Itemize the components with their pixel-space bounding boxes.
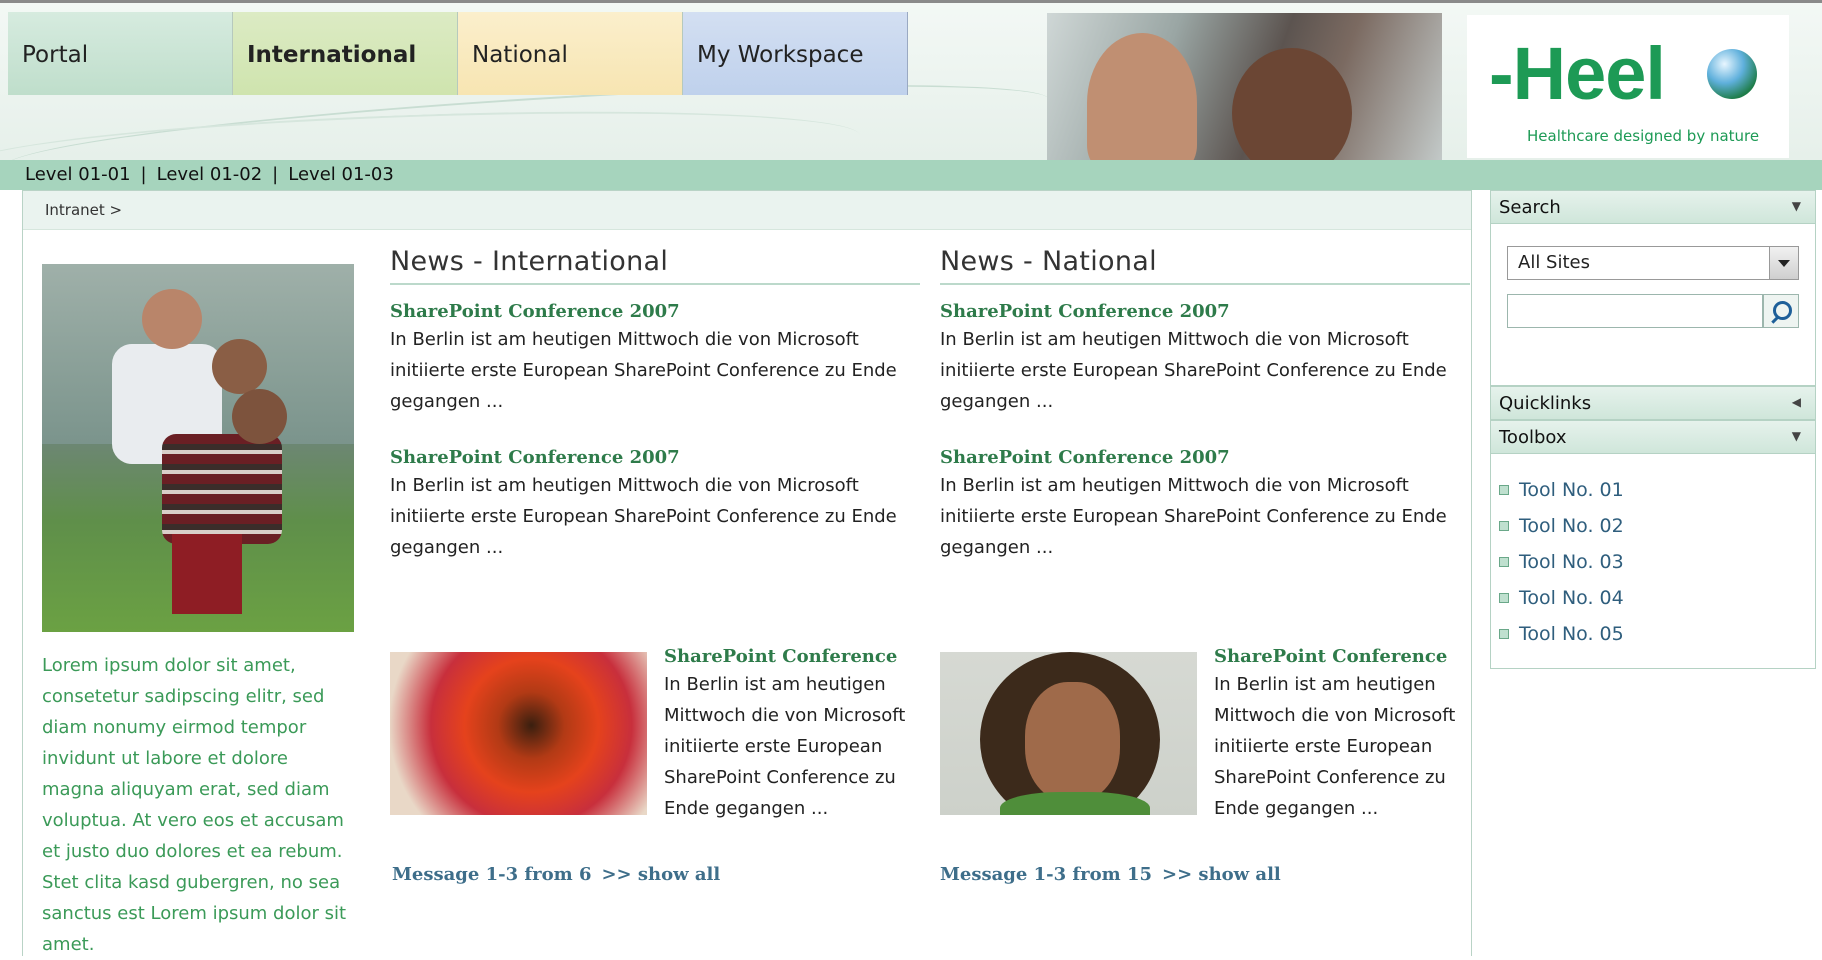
header-photo-person bbox=[1232, 48, 1352, 160]
search-input[interactable] bbox=[1507, 294, 1763, 328]
search-button[interactable] bbox=[1763, 294, 1799, 328]
bullet-icon bbox=[1499, 629, 1509, 639]
feature-text: SharePoint Conference In Berlin ist am h… bbox=[664, 646, 909, 824]
logo-text: -Heel bbox=[1489, 32, 1666, 115]
main-content: Intranet > Lorem ipsum dolor sit amet, c… bbox=[22, 190, 1472, 956]
news-item: SharePoint Conference 2007 In Berlin ist… bbox=[390, 301, 920, 417]
chevron-down-icon: ▼ bbox=[1791, 429, 1801, 443]
level-separator: | bbox=[272, 164, 279, 185]
search-scope-select[interactable]: All Sites bbox=[1507, 246, 1799, 280]
show-all-link[interactable]: >> show all bbox=[601, 864, 720, 885]
toolbox-header-label: Toolbox bbox=[1499, 427, 1567, 448]
feature-body: In Berlin ist am heutigen Mittwoch die v… bbox=[664, 674, 906, 819]
tool-link-label: Tool No. 05 bbox=[1519, 623, 1624, 645]
teaser-text: Lorem ipsum dolor sit amet, consetetur s… bbox=[42, 655, 347, 955]
bullet-icon bbox=[1499, 521, 1509, 531]
news-item: SharePoint Conference 2007 In Berlin ist… bbox=[390, 447, 920, 563]
news-national: News - National SharePoint Conference 20… bbox=[940, 246, 1470, 563]
news-international: News - International SharePoint Conferen… bbox=[390, 246, 920, 563]
news-item: SharePoint Conference 2007 In Berlin ist… bbox=[940, 301, 1470, 417]
news-item: SharePoint Conference 2007 In Berlin ist… bbox=[940, 447, 1470, 563]
news-item-title[interactable]: SharePoint Conference 2007 bbox=[390, 301, 920, 322]
photo-face bbox=[212, 339, 267, 394]
tab-my-workspace[interactable]: My Workspace bbox=[683, 12, 908, 95]
level-separator: | bbox=[140, 164, 147, 185]
tool-link-label: Tool No. 02 bbox=[1519, 515, 1624, 537]
news-item-body: In Berlin ist am heutigen Mittwoch die v… bbox=[390, 329, 897, 412]
tool-link[interactable]: Tool No. 04 bbox=[1499, 580, 1815, 616]
news-international-title: News - International bbox=[390, 246, 920, 285]
toolbox-header[interactable]: Toolbox ▼ bbox=[1490, 420, 1816, 454]
chevron-down-icon[interactable] bbox=[1769, 247, 1798, 279]
bullet-icon bbox=[1499, 593, 1509, 603]
news-national-title: News - National bbox=[940, 246, 1470, 285]
show-all-link[interactable]: >> show all bbox=[1162, 864, 1281, 885]
feature-news-national: SharePoint Conference In Berlin ist am h… bbox=[940, 646, 1455, 832]
header-photo-person bbox=[1087, 33, 1197, 160]
news-item-title[interactable]: SharePoint Conference 2007 bbox=[940, 301, 1470, 322]
message-count-international: Message 1-3 from 6 >> show all bbox=[392, 864, 720, 885]
tab-national[interactable]: National bbox=[458, 12, 683, 95]
feature-title[interactable]: SharePoint Conference bbox=[664, 646, 909, 667]
feature-thumbnail[interactable] bbox=[390, 652, 647, 815]
chevron-left-icon: ◀ bbox=[1791, 395, 1801, 409]
quicklinks-header-label: Quicklinks bbox=[1499, 393, 1592, 414]
photo-figure bbox=[162, 434, 282, 544]
feature-thumbnail[interactable] bbox=[940, 652, 1197, 815]
message-count-national: Message 1-3 from 15 >> show all bbox=[940, 864, 1281, 885]
logo-tagline: Healthcare designed by nature bbox=[1527, 127, 1760, 145]
photo-face bbox=[142, 289, 202, 349]
logo[interactable]: -Heel Healthcare designed by nature bbox=[1467, 15, 1789, 158]
tool-link[interactable]: Tool No. 02 bbox=[1499, 508, 1815, 544]
tool-link[interactable]: Tool No. 05 bbox=[1499, 616, 1815, 652]
level-link-01-03[interactable]: Level 01-03 bbox=[288, 164, 394, 185]
photo-face bbox=[1025, 682, 1120, 802]
feature-news-international: SharePoint Conference In Berlin ist am h… bbox=[390, 646, 905, 832]
breadcrumb-bar: Intranet > bbox=[23, 190, 1471, 230]
tab-international[interactable]: International bbox=[233, 12, 458, 95]
message-count: Message 1-3 from 6 bbox=[392, 864, 592, 885]
teaser-photo bbox=[42, 264, 354, 632]
photo-face bbox=[232, 389, 287, 444]
tool-link-label: Tool No. 04 bbox=[1519, 587, 1624, 609]
bullet-icon bbox=[1499, 557, 1509, 567]
header-photo bbox=[1047, 13, 1442, 160]
right-sidebar: Search ▼ All Sites Quicklinks ◀ Toolbox … bbox=[1490, 190, 1816, 669]
toolbox-panel: Tool No. 01 Tool No. 02 Tool No. 03 Tool… bbox=[1490, 454, 1816, 669]
news-item-body: In Berlin ist am heutigen Mittwoch die v… bbox=[390, 475, 897, 558]
feature-body: In Berlin ist am heutigen Mittwoch die v… bbox=[1214, 674, 1456, 819]
news-item-body: In Berlin ist am heutigen Mittwoch die v… bbox=[940, 329, 1447, 412]
level-bar: Level 01-01 | Level 01-02 | Level 01-03 bbox=[0, 160, 1822, 190]
tool-link[interactable]: Tool No. 01 bbox=[1499, 472, 1815, 508]
search-header-label: Search bbox=[1499, 197, 1561, 218]
news-item-body: In Berlin ist am heutigen Mittwoch die v… bbox=[940, 475, 1447, 558]
chevron-down-icon: ▼ bbox=[1791, 199, 1801, 213]
news-item-title[interactable]: SharePoint Conference 2007 bbox=[940, 447, 1470, 468]
photo-figure bbox=[172, 534, 242, 614]
tab-portal[interactable]: Portal bbox=[8, 12, 233, 95]
quicklinks-header[interactable]: Quicklinks ◀ bbox=[1490, 386, 1816, 420]
level-link-01-01[interactable]: Level 01-01 bbox=[25, 164, 131, 185]
level-link-01-02[interactable]: Level 01-02 bbox=[157, 164, 263, 185]
photo-shirt bbox=[1000, 792, 1150, 815]
search-header[interactable]: Search ▼ bbox=[1490, 190, 1816, 224]
search-scope-value: All Sites bbox=[1518, 252, 1590, 273]
header: Portal International National My Workspa… bbox=[0, 0, 1822, 160]
bullet-icon bbox=[1499, 485, 1509, 495]
feature-text: SharePoint Conference In Berlin ist am h… bbox=[1214, 646, 1459, 824]
news-item-title[interactable]: SharePoint Conference 2007 bbox=[390, 447, 920, 468]
message-count: Message 1-3 from 15 bbox=[940, 864, 1152, 885]
globe-icon bbox=[1707, 49, 1757, 99]
search-panel: All Sites bbox=[1490, 224, 1816, 386]
tool-link-label: Tool No. 01 bbox=[1519, 479, 1624, 501]
top-nav-tabs: Portal International National My Workspa… bbox=[8, 12, 908, 95]
level-links: Level 01-01 | Level 01-02 | Level 01-03 bbox=[25, 164, 394, 185]
feature-title[interactable]: SharePoint Conference bbox=[1214, 646, 1459, 667]
tool-link[interactable]: Tool No. 03 bbox=[1499, 544, 1815, 580]
tool-link-label: Tool No. 03 bbox=[1519, 551, 1624, 573]
breadcrumb[interactable]: Intranet > bbox=[45, 201, 122, 219]
